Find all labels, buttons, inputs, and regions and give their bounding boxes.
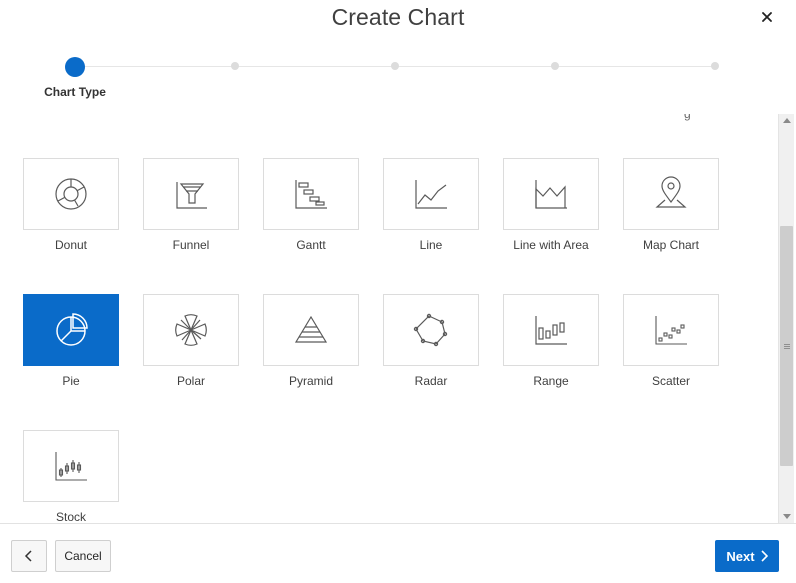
next-button[interactable]: Next: [715, 540, 779, 572]
chart-type-label: Gantt: [296, 238, 326, 252]
chart-type-label: Polar: [176, 374, 205, 388]
chart-type-label: Scatter: [651, 374, 690, 388]
chart-type-radar[interactable]: [383, 294, 479, 366]
gantt-chart-icon: [295, 180, 327, 209]
pyramid-chart-icon: [294, 315, 328, 343]
vertical-scrollbar[interactable]: [778, 114, 794, 523]
dialog-footer: Cancel Next: [0, 523, 796, 583]
next-button-label: Next: [726, 548, 755, 564]
chart-type-label: Line: [419, 238, 443, 252]
range-chart-icon: [535, 316, 567, 345]
wizard-step-4: [551, 62, 559, 70]
chart-type-label: Line with Area: [513, 238, 589, 252]
wizard-progress: Chart Type: [0, 44, 796, 114]
wizard-step-2: [231, 62, 239, 70]
map-pin-icon: [655, 176, 687, 208]
chart-type-label: Radar: [414, 374, 448, 388]
chart-type-stock[interactable]: [23, 430, 119, 502]
chart-type-label: Pie: [62, 374, 80, 388]
grip-icon: [783, 343, 790, 349]
polar-chart-icon: [175, 314, 207, 346]
donut-chart-icon: [55, 178, 87, 210]
scatter-chart-icon: [655, 316, 687, 345]
close-button[interactable]: [756, 6, 778, 28]
chart-type-label: Map Chart: [642, 238, 700, 252]
scrollbar-thumb[interactable]: [780, 226, 793, 466]
chart-type-gantt[interactable]: [263, 158, 359, 230]
chart-type-polar[interactable]: [143, 294, 239, 366]
chart-type-pie[interactable]: [23, 294, 119, 366]
chart-type-line-with-area[interactable]: [503, 158, 599, 230]
chart-type-donut[interactable]: [23, 158, 119, 230]
wizard-step-label: Chart Type: [44, 85, 106, 99]
chart-type-map-chart[interactable]: [623, 158, 719, 230]
stock-chart-icon: [55, 452, 87, 481]
scroll-up-arrow-icon[interactable]: [783, 118, 791, 123]
close-icon: [762, 12, 772, 22]
cancel-button[interactable]: Cancel: [55, 540, 111, 572]
radar-chart-icon: [413, 313, 448, 347]
line-chart-icon: [415, 180, 447, 209]
chart-type-label: Range: [533, 374, 569, 388]
chart-type-range[interactable]: [503, 294, 599, 366]
chart-type-label: Donut: [54, 238, 88, 252]
pie-chart-icon: [56, 313, 88, 346]
chart-type-label: Funnel: [172, 238, 210, 252]
chart-type-pyramid[interactable]: [263, 294, 359, 366]
area-chart-icon: [535, 180, 567, 209]
cut-off-label: g: [684, 114, 691, 121]
chart-type-scatter[interactable]: [623, 294, 719, 366]
chevron-left-icon: [24, 550, 32, 562]
chart-type-funnel[interactable]: [143, 158, 239, 230]
create-chart-dialog: Create Chart Chart Type g Donut Funnel G…: [0, 0, 796, 583]
dialog-title: Create Chart: [331, 4, 465, 30]
chart-type-label: Pyramid: [288, 374, 333, 388]
back-button[interactable]: [11, 540, 47, 572]
chart-type-line[interactable]: [383, 158, 479, 230]
chart-type-label: Stock: [55, 510, 86, 523]
chevron-right-icon: [761, 550, 768, 562]
wizard-step-3: [391, 62, 399, 70]
wizard-step-5: [711, 62, 719, 70]
wizard-step-chart-type[interactable]: [65, 57, 85, 77]
funnel-chart-icon: [176, 182, 207, 209]
scroll-down-arrow-icon[interactable]: [783, 514, 791, 519]
chart-type-grid: g Donut Funnel Gantt Line Line with Area…: [0, 114, 796, 523]
